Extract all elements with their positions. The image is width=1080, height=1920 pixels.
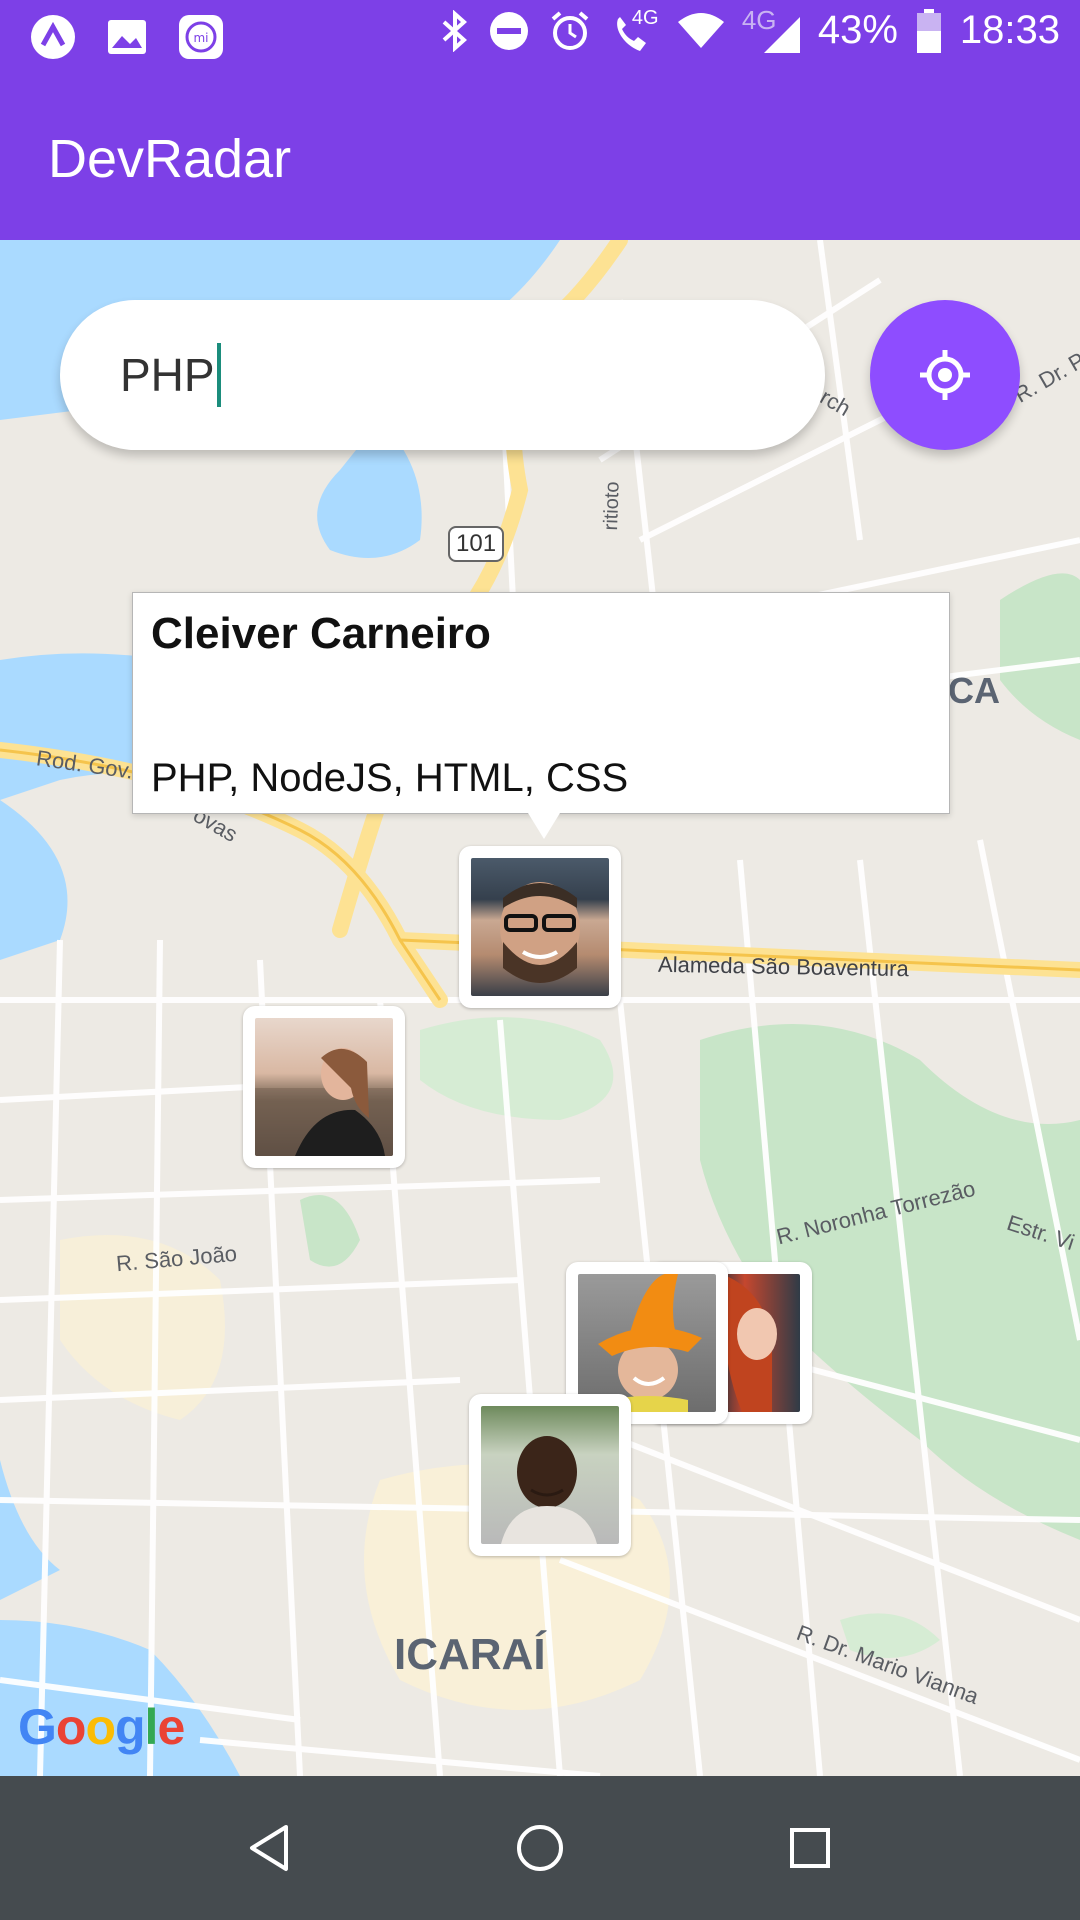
back-icon: [250, 1825, 288, 1871]
gallery-icon: [102, 12, 152, 62]
app-title: DevRadar: [48, 129, 292, 189]
search-value: PHP: [120, 349, 215, 401]
network-label: 4G: [631, 6, 659, 29]
wifi-icon: [677, 12, 724, 50]
recents-button[interactable]: [774, 1812, 846, 1884]
dnd-icon: [488, 10, 530, 52]
svg-text:mi: mi: [193, 31, 208, 45]
system-nav-bar: [0, 1776, 1080, 1920]
alarm-icon: [548, 9, 592, 53]
battery-percent: 43%: [817, 8, 898, 52]
battery-icon: [916, 8, 942, 53]
clock: 18:33: [959, 8, 1060, 52]
map-label-route-101: 101: [448, 526, 505, 562]
developer-techs: PHP, NodeJS, HTML, CSS: [151, 756, 629, 800]
status-bar: mi 4G 4G 43% 18:33: [0, 0, 1080, 72]
map-label-trioto: ritioto: [600, 481, 624, 531]
recents-icon: [790, 1828, 830, 1868]
back-button[interactable]: [234, 1812, 306, 1884]
google-attribution: Google: [18, 1699, 185, 1755]
locate-button[interactable]: [870, 300, 1020, 450]
search-input[interactable]: PHP: [60, 300, 825, 450]
mi-icon: mi: [176, 12, 226, 62]
app-bar: DevRadar: [0, 72, 1080, 240]
map-label-alameda: Alameda São Boaventura: [657, 951, 909, 982]
developer-callout[interactable]: Cleiver Carneiro PHP, NodeJS, HTML, CSS: [132, 592, 950, 814]
map-label-ca: CA: [948, 670, 1000, 711]
callout-tip: [528, 813, 560, 839]
bluetooth-icon: [440, 9, 470, 52]
developer-avatar-1[interactable]: [459, 846, 621, 1008]
map-label-icarai: ICARAÍ: [394, 1630, 546, 1679]
crosshair-icon: [920, 350, 970, 400]
volte-call-icon: 4G: [610, 6, 660, 53]
app-icon: [28, 12, 78, 62]
home-button[interactable]: [504, 1812, 576, 1884]
developer-name: Cleiver Carneiro: [151, 609, 491, 658]
developer-avatar-2[interactable]: [243, 1006, 405, 1168]
text-caret: [216, 343, 221, 407]
developer-avatar-5[interactable]: [469, 1394, 631, 1556]
home-icon: [517, 1825, 563, 1871]
signal-icon: 4G: [742, 5, 800, 53]
